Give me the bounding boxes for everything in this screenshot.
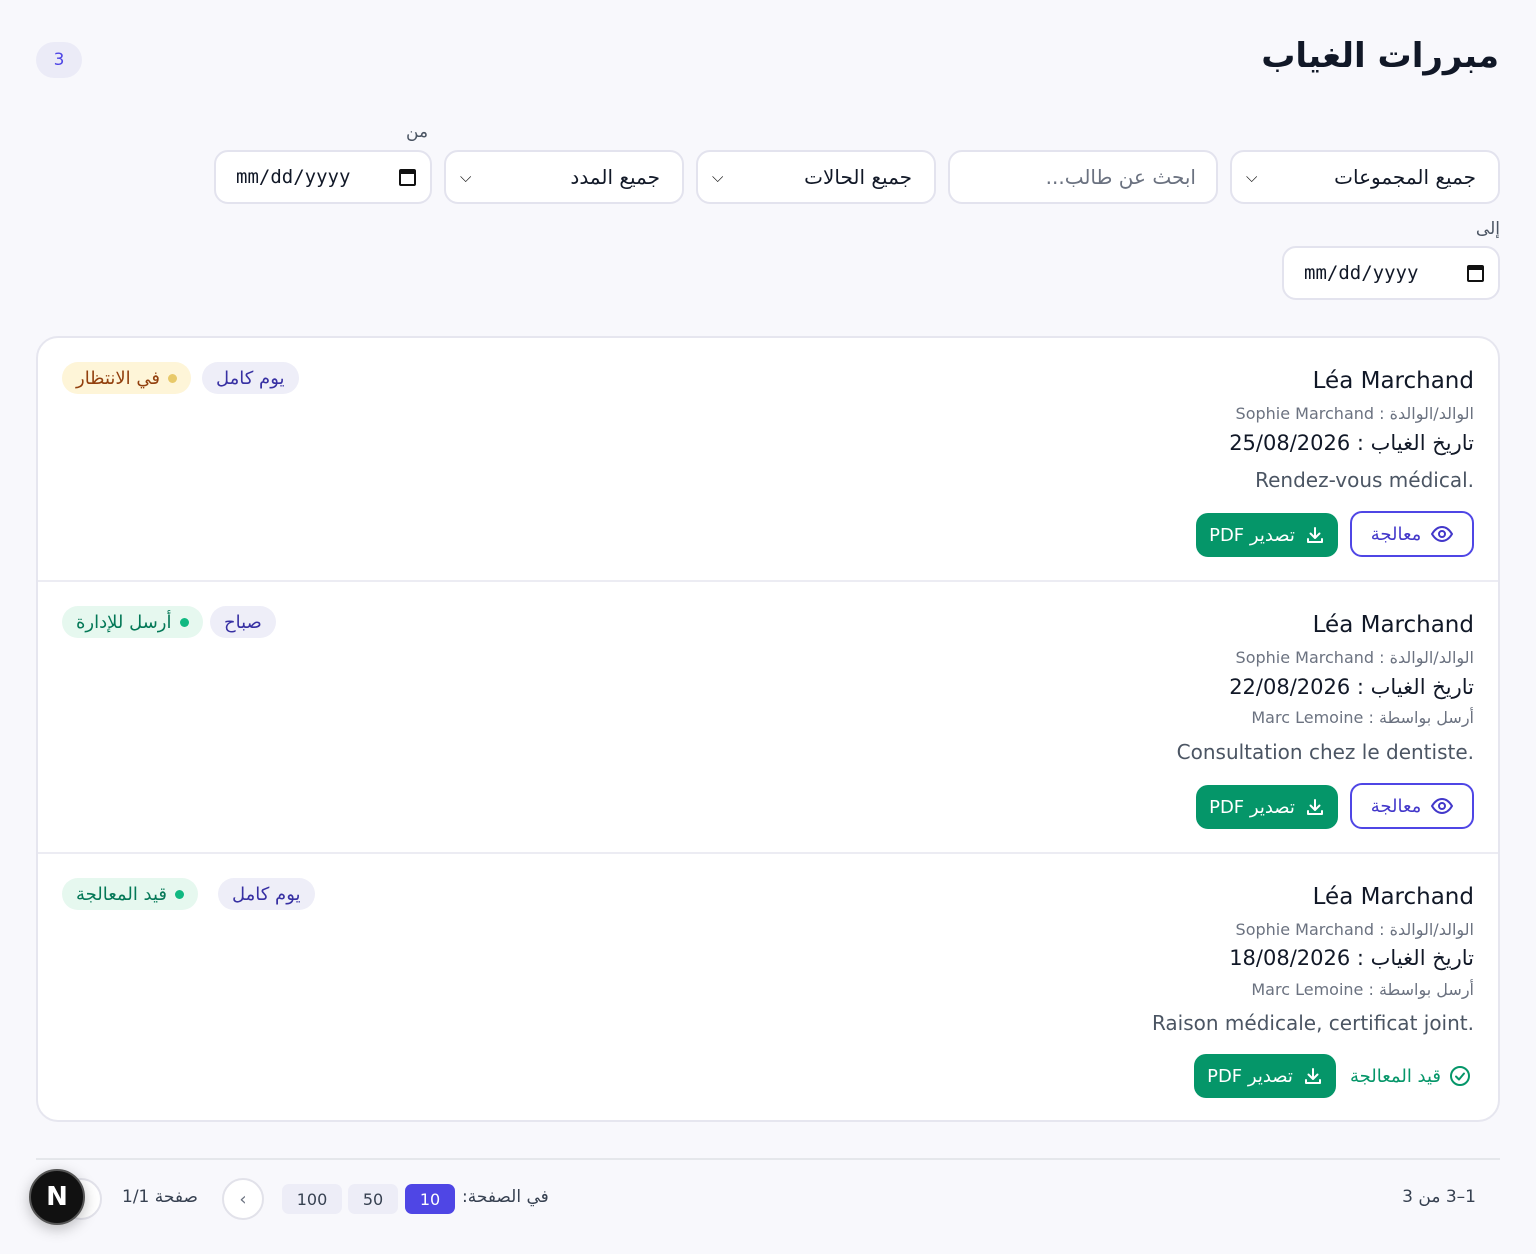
per-page-option-10[interactable]: 10 [405, 1184, 455, 1214]
calendar-icon[interactable] [1467, 264, 1484, 282]
sent-by: أرسل بواسطة : Marc Lemoine [1251, 708, 1474, 727]
absence-reason: Consultation chez le dentiste. [1176, 740, 1474, 764]
chevron-left-icon: ‹ [239, 1188, 247, 1210]
list-item: Léa Marchand الوالد/الوالدة : Sophie Mar… [38, 854, 1498, 1120]
page-info: صفحة 1/1 [122, 1187, 198, 1207]
check-circle-icon [1450, 1066, 1471, 1086]
chevron-down-icon: ⌵ [1246, 168, 1258, 186]
duration-badge: صباح [210, 606, 276, 638]
chevron-down-icon: ⌵ [460, 168, 472, 186]
status-dot-icon [167, 373, 177, 383]
student-name: Léa Marchand [1312, 368, 1474, 394]
status-badge: في الانتظار [62, 362, 191, 394]
process-button[interactable]: معالجة [1350, 511, 1474, 557]
duration-select[interactable]: ⌵ جميع المدد [444, 150, 684, 204]
duration-badge: يوم كامل [202, 362, 299, 394]
per-page-option-50[interactable]: 50 [348, 1184, 398, 1214]
status-dot-icon [179, 617, 189, 627]
chevron-down-icon: ⌵ [712, 168, 724, 186]
absence-reason: Raison médicale, certificat joint. [1151, 1011, 1474, 1035]
export-pdf-button[interactable]: تصدير PDF [1196, 785, 1338, 829]
processing-status: قيد المعالجة [1350, 1054, 1471, 1098]
export-pdf-button[interactable]: تصدير PDF [1196, 513, 1338, 557]
absence-date: تاريخ الغياب : 25/08/2026 [1229, 431, 1474, 455]
results-range: 1–3 من 3 [1402, 1187, 1476, 1207]
parent-name: الوالد/الوالدة : Sophie Marchand [1235, 920, 1474, 939]
list-item: Léa Marchand الوالد/الوالدة : Sophie Mar… [38, 582, 1498, 854]
calendar-icon[interactable] [399, 168, 416, 186]
list-item: Léa Marchand الوالد/الوالدة : Sophie Mar… [38, 338, 1498, 582]
eye-icon [1431, 798, 1454, 814]
next-page-button[interactable]: ‹ [222, 1178, 264, 1220]
export-pdf-button[interactable]: تصدير PDF [1194, 1054, 1336, 1098]
to-label: إلى [1475, 219, 1500, 239]
nextjs-logo-icon[interactable]: N [29, 1169, 85, 1225]
page-title: مبررات الغياب [1261, 36, 1499, 76]
group-select[interactable]: ⌵ جميع المجموعات [1230, 150, 1500, 204]
download-icon [1306, 527, 1323, 543]
per-page-option-100[interactable]: 100 [282, 1184, 342, 1214]
per-page-label: في الصفحة: [462, 1187, 549, 1207]
count-badge: 3 [36, 42, 82, 78]
status-badge: أرسل للإدارة [62, 606, 203, 638]
to-date-input[interactable]: mm/dd/yyyy [1282, 246, 1500, 300]
absence-date: تاريخ الغياب : 18/08/2026 [1229, 946, 1474, 970]
divider [36, 1158, 1500, 1160]
justifications-list: Léa Marchand الوالد/الوالدة : Sophie Mar… [36, 336, 1500, 1122]
download-icon [1304, 1068, 1321, 1084]
process-button[interactable]: معالجة [1350, 783, 1474, 829]
absence-date: تاريخ الغياب : 22/08/2026 [1229, 675, 1474, 699]
status-dot-icon [175, 889, 185, 899]
search-input[interactable]: ابحث عن طالب... [948, 150, 1218, 204]
duration-badge: يوم كامل [218, 878, 315, 910]
download-icon [1306, 799, 1323, 815]
from-label: من [406, 122, 429, 142]
status-select[interactable]: ⌵ جميع الحالات [696, 150, 936, 204]
parent-name: الوالد/الوالدة : Sophie Marchand [1235, 404, 1474, 423]
eye-icon [1431, 526, 1454, 542]
status-badge: قيد المعالجة [62, 878, 199, 910]
student-name: Léa Marchand [1312, 612, 1474, 638]
student-name: Léa Marchand [1312, 884, 1474, 910]
from-date-input[interactable]: mm/dd/yyyy [214, 150, 432, 204]
sent-by: أرسل بواسطة : Marc Lemoine [1251, 980, 1474, 999]
absence-reason: Rendez-vous médical. [1255, 468, 1474, 492]
parent-name: الوالد/الوالدة : Sophie Marchand [1235, 648, 1474, 667]
